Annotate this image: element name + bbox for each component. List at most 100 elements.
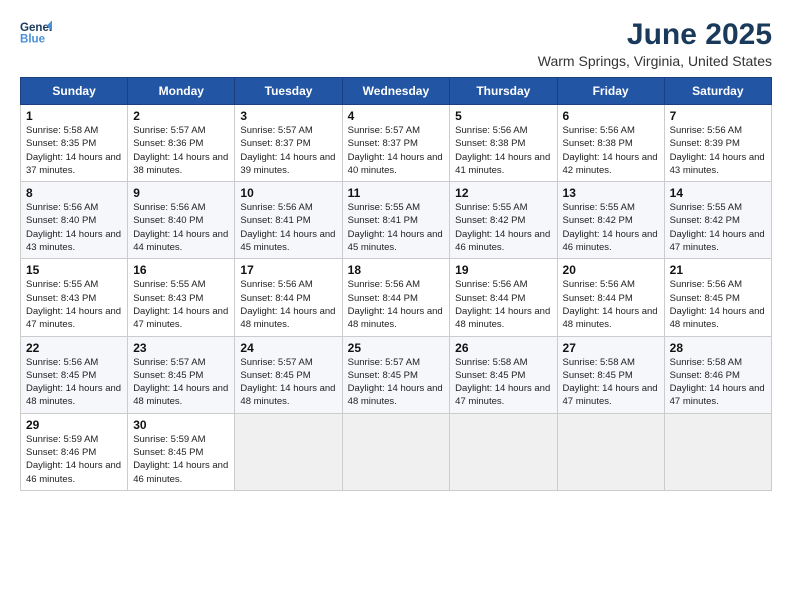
calendar-week-4: 22Sunrise: 5:56 AMSunset: 8:45 PMDayligh…: [21, 336, 772, 413]
table-row: 13Sunrise: 5:55 AMSunset: 8:42 PMDayligh…: [557, 182, 664, 259]
day-info: Sunrise: 5:57 AMSunset: 8:36 PMDaylight:…: [133, 124, 229, 177]
day-number: 4: [348, 109, 445, 123]
day-number: 27: [563, 341, 659, 355]
day-number: 1: [26, 109, 122, 123]
table-row: [342, 413, 450, 490]
table-row: [235, 413, 342, 490]
day-info: Sunrise: 5:59 AMSunset: 8:46 PMDaylight:…: [26, 433, 122, 486]
day-info: Sunrise: 5:58 AMSunset: 8:46 PMDaylight:…: [670, 356, 766, 409]
day-number: 11: [348, 186, 445, 200]
table-row: 27Sunrise: 5:58 AMSunset: 8:45 PMDayligh…: [557, 336, 664, 413]
day-number: 28: [670, 341, 766, 355]
table-row: 11Sunrise: 5:55 AMSunset: 8:41 PMDayligh…: [342, 182, 450, 259]
table-row: [557, 413, 664, 490]
title-area: June 2025 Warm Springs, Virginia, United…: [538, 18, 772, 69]
calendar: Sunday Monday Tuesday Wednesday Thursday…: [20, 77, 772, 491]
day-number: 20: [563, 263, 659, 277]
day-info: Sunrise: 5:56 AMSunset: 8:38 PMDaylight:…: [563, 124, 659, 177]
table-row: 24Sunrise: 5:57 AMSunset: 8:45 PMDayligh…: [235, 336, 342, 413]
header-friday: Friday: [557, 78, 664, 105]
day-number: 10: [240, 186, 336, 200]
table-row: 7Sunrise: 5:56 AMSunset: 8:39 PMDaylight…: [664, 105, 771, 182]
table-row: 29Sunrise: 5:59 AMSunset: 8:46 PMDayligh…: [21, 413, 128, 490]
day-number: 12: [455, 186, 551, 200]
header-monday: Monday: [128, 78, 235, 105]
table-row: 4Sunrise: 5:57 AMSunset: 8:37 PMDaylight…: [342, 105, 450, 182]
table-row: 18Sunrise: 5:56 AMSunset: 8:44 PMDayligh…: [342, 259, 450, 336]
day-info: Sunrise: 5:55 AMSunset: 8:42 PMDaylight:…: [455, 201, 551, 254]
svg-text:Blue: Blue: [20, 34, 46, 46]
day-number: 8: [26, 186, 122, 200]
table-row: 12Sunrise: 5:55 AMSunset: 8:42 PMDayligh…: [450, 182, 557, 259]
day-info: Sunrise: 5:57 AMSunset: 8:45 PMDaylight:…: [133, 356, 229, 409]
day-number: 6: [563, 109, 659, 123]
table-row: 2Sunrise: 5:57 AMSunset: 8:36 PMDaylight…: [128, 105, 235, 182]
day-info: Sunrise: 5:56 AMSunset: 8:44 PMDaylight:…: [563, 278, 659, 331]
calendar-week-3: 15Sunrise: 5:55 AMSunset: 8:43 PMDayligh…: [21, 259, 772, 336]
table-row: 1Sunrise: 5:58 AMSunset: 8:35 PMDaylight…: [21, 105, 128, 182]
day-info: Sunrise: 5:56 AMSunset: 8:40 PMDaylight:…: [26, 201, 122, 254]
day-number: 29: [26, 418, 122, 432]
day-info: Sunrise: 5:59 AMSunset: 8:45 PMDaylight:…: [133, 433, 229, 486]
table-row: 15Sunrise: 5:55 AMSunset: 8:43 PMDayligh…: [21, 259, 128, 336]
day-info: Sunrise: 5:56 AMSunset: 8:40 PMDaylight:…: [133, 201, 229, 254]
table-row: 10Sunrise: 5:56 AMSunset: 8:41 PMDayligh…: [235, 182, 342, 259]
day-info: Sunrise: 5:56 AMSunset: 8:45 PMDaylight:…: [26, 356, 122, 409]
day-info: Sunrise: 5:56 AMSunset: 8:39 PMDaylight:…: [670, 124, 766, 177]
day-info: Sunrise: 5:56 AMSunset: 8:45 PMDaylight:…: [670, 278, 766, 331]
day-number: 14: [670, 186, 766, 200]
day-number: 2: [133, 109, 229, 123]
day-info: Sunrise: 5:57 AMSunset: 8:37 PMDaylight:…: [240, 124, 336, 177]
table-row: 26Sunrise: 5:58 AMSunset: 8:45 PMDayligh…: [450, 336, 557, 413]
day-number: 22: [26, 341, 122, 355]
day-number: 23: [133, 341, 229, 355]
weekday-header-row: Sunday Monday Tuesday Wednesday Thursday…: [21, 78, 772, 105]
table-row: 19Sunrise: 5:56 AMSunset: 8:44 PMDayligh…: [450, 259, 557, 336]
day-info: Sunrise: 5:58 AMSunset: 8:45 PMDaylight:…: [563, 356, 659, 409]
table-row: [664, 413, 771, 490]
table-row: [450, 413, 557, 490]
table-row: 8Sunrise: 5:56 AMSunset: 8:40 PMDaylight…: [21, 182, 128, 259]
day-number: 3: [240, 109, 336, 123]
day-info: Sunrise: 5:55 AMSunset: 8:43 PMDaylight:…: [26, 278, 122, 331]
table-row: 25Sunrise: 5:57 AMSunset: 8:45 PMDayligh…: [342, 336, 450, 413]
table-row: 23Sunrise: 5:57 AMSunset: 8:45 PMDayligh…: [128, 336, 235, 413]
day-info: Sunrise: 5:57 AMSunset: 8:45 PMDaylight:…: [348, 356, 445, 409]
calendar-week-5: 29Sunrise: 5:59 AMSunset: 8:46 PMDayligh…: [21, 413, 772, 490]
table-row: 9Sunrise: 5:56 AMSunset: 8:40 PMDaylight…: [128, 182, 235, 259]
day-number: 7: [670, 109, 766, 123]
day-number: 26: [455, 341, 551, 355]
day-number: 17: [240, 263, 336, 277]
day-number: 15: [26, 263, 122, 277]
day-info: Sunrise: 5:56 AMSunset: 8:41 PMDaylight:…: [240, 201, 336, 254]
table-row: 21Sunrise: 5:56 AMSunset: 8:45 PMDayligh…: [664, 259, 771, 336]
calendar-week-2: 8Sunrise: 5:56 AMSunset: 8:40 PMDaylight…: [21, 182, 772, 259]
day-number: 19: [455, 263, 551, 277]
day-info: Sunrise: 5:55 AMSunset: 8:41 PMDaylight:…: [348, 201, 445, 254]
table-row: 5Sunrise: 5:56 AMSunset: 8:38 PMDaylight…: [450, 105, 557, 182]
calendar-week-1: 1Sunrise: 5:58 AMSunset: 8:35 PMDaylight…: [21, 105, 772, 182]
table-row: 28Sunrise: 5:58 AMSunset: 8:46 PMDayligh…: [664, 336, 771, 413]
day-number: 16: [133, 263, 229, 277]
day-info: Sunrise: 5:56 AMSunset: 8:44 PMDaylight:…: [348, 278, 445, 331]
day-info: Sunrise: 5:55 AMSunset: 8:42 PMDaylight:…: [670, 201, 766, 254]
day-number: 24: [240, 341, 336, 355]
day-info: Sunrise: 5:56 AMSunset: 8:44 PMDaylight:…: [240, 278, 336, 331]
header-sunday: Sunday: [21, 78, 128, 105]
day-info: Sunrise: 5:58 AMSunset: 8:35 PMDaylight:…: [26, 124, 122, 177]
header-thursday: Thursday: [450, 78, 557, 105]
day-info: Sunrise: 5:57 AMSunset: 8:45 PMDaylight:…: [240, 356, 336, 409]
day-info: Sunrise: 5:56 AMSunset: 8:44 PMDaylight:…: [455, 278, 551, 331]
day-number: 21: [670, 263, 766, 277]
table-row: 16Sunrise: 5:55 AMSunset: 8:43 PMDayligh…: [128, 259, 235, 336]
table-row: 20Sunrise: 5:56 AMSunset: 8:44 PMDayligh…: [557, 259, 664, 336]
day-number: 30: [133, 418, 229, 432]
header-tuesday: Tuesday: [235, 78, 342, 105]
day-number: 9: [133, 186, 229, 200]
table-row: 22Sunrise: 5:56 AMSunset: 8:45 PMDayligh…: [21, 336, 128, 413]
table-row: 30Sunrise: 5:59 AMSunset: 8:45 PMDayligh…: [128, 413, 235, 490]
day-number: 18: [348, 263, 445, 277]
header-saturday: Saturday: [664, 78, 771, 105]
day-info: Sunrise: 5:55 AMSunset: 8:42 PMDaylight:…: [563, 201, 659, 254]
day-info: Sunrise: 5:57 AMSunset: 8:37 PMDaylight:…: [348, 124, 445, 177]
